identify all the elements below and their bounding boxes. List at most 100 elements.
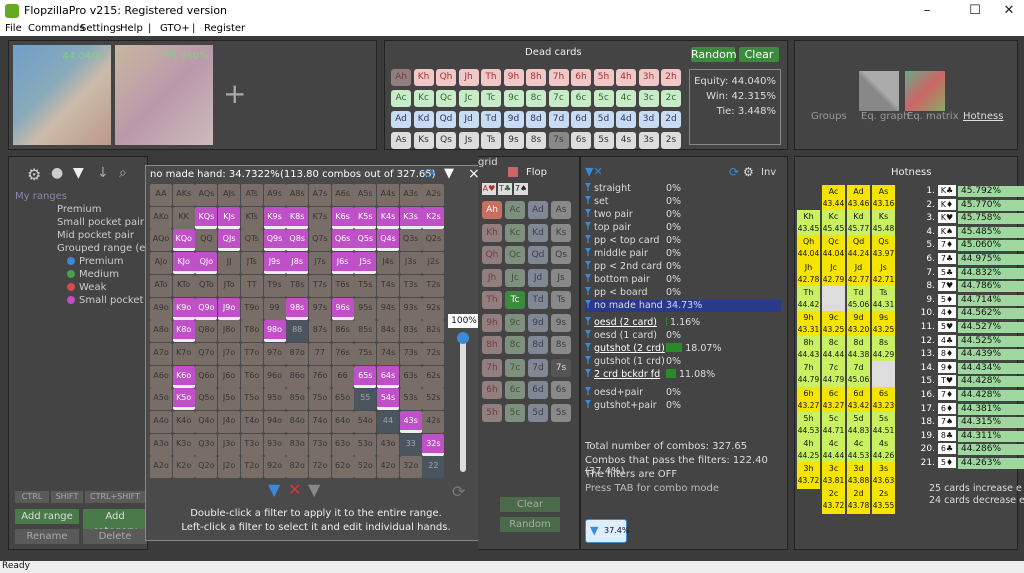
hot-cell-Jh[interactable]: Jh 42.78 bbox=[797, 260, 820, 288]
hand-cell-T4o[interactable]: T4o bbox=[240, 411, 263, 433]
hand-cell-86o[interactable]: 86o bbox=[286, 365, 309, 388]
hot-cell-Ad[interactable]: Ad 43.46 bbox=[847, 185, 870, 212]
hot-cell-4s[interactable]: 4s 44.26 bbox=[872, 437, 895, 464]
hot-cell-empty[interactable] bbox=[872, 361, 895, 389]
refresh-filters-icon[interactable]: ⟳ bbox=[729, 165, 739, 179]
dead-card-Qs[interactable]: Qs bbox=[436, 132, 456, 149]
add-range-button[interactable]: Add range bbox=[15, 509, 79, 524]
filter-row-gutshot-pair[interactable]: gutshot+pair 0% bbox=[585, 400, 781, 412]
hot-cell-8s[interactable]: 8s 44.29 bbox=[872, 336, 895, 364]
hot-cell-5h[interactable]: 5h 44.53 bbox=[797, 411, 820, 439]
hand-cell-K2s[interactable]: K2s bbox=[422, 206, 445, 229]
flop-card-Ts[interactable]: Ts bbox=[551, 291, 571, 309]
hand-cell-54o[interactable]: 54o bbox=[354, 411, 377, 433]
flop-card-Qs[interactable]: Qs bbox=[551, 246, 571, 264]
hand-cell-A5o[interactable]: A5o bbox=[150, 388, 172, 411]
tree-sub-small[interactable]: Small pocket bbox=[67, 295, 143, 306]
filter-row-pp-top-card[interactable]: pp < top card 0% bbox=[585, 235, 781, 247]
hand-cell-Q5s[interactable]: Q5s bbox=[354, 229, 377, 252]
hot-cell-8h[interactable]: 8h 44.43 bbox=[797, 336, 820, 364]
hand-cell-85o[interactable]: 85o bbox=[286, 388, 309, 411]
hand-cell-JTs[interactable]: JTs bbox=[240, 252, 263, 275]
tree-item-premium[interactable]: Premium bbox=[57, 204, 102, 215]
flop-card-8s[interactable]: 8s bbox=[551, 336, 571, 354]
hot-cell-9c[interactable]: 9c 43.25 bbox=[822, 311, 845, 338]
dead-card-Ad[interactable]: Ad bbox=[391, 111, 411, 128]
hand-cell-J3s[interactable]: J3s bbox=[399, 252, 422, 275]
search-icon[interactable]: ⌕ bbox=[119, 165, 127, 181]
flop-card-9c[interactable]: 9c bbox=[505, 313, 525, 332]
hand-cell-42s[interactable]: 42s bbox=[422, 411, 445, 433]
hand-cell-87s[interactable]: 87s bbox=[308, 320, 331, 343]
flop-card-5c[interactable]: 5c bbox=[505, 403, 525, 422]
dead-card-4h[interactable]: 4h bbox=[616, 69, 636, 86]
dead-card-Ac[interactable]: Ac bbox=[391, 90, 411, 107]
hand-cell-A5s[interactable]: A5s bbox=[354, 184, 377, 206]
flop-card-7d[interactable]: 7d bbox=[528, 358, 548, 377]
board-card-3[interactable]: 7♠ bbox=[514, 183, 528, 195]
hot-cell-6h[interactable]: 6h 43.27 bbox=[797, 386, 820, 414]
hand-cell-Q4o[interactable]: Q4o bbox=[195, 411, 218, 433]
hand-cell-AJs[interactable]: AJs bbox=[218, 184, 241, 206]
hand-cell-42o[interactable]: 42o bbox=[377, 456, 399, 479]
hand-cell-64s[interactable]: 64s bbox=[377, 365, 399, 388]
hand-cell-QJs[interactable]: QJs bbox=[218, 229, 241, 252]
hand-cell-A2o[interactable]: A2o bbox=[150, 456, 172, 479]
hand-cell-22[interactable]: 22 bbox=[422, 456, 445, 479]
hand-cell-Q5o[interactable]: Q5o bbox=[195, 388, 218, 411]
hand-cell-AA[interactable]: AA bbox=[150, 184, 172, 206]
hand-cell-55[interactable]: 55 bbox=[354, 388, 377, 411]
hand-cell-52s[interactable]: 52s bbox=[422, 388, 445, 411]
filter-funnel-icon[interactable] bbox=[585, 343, 591, 351]
flop-card-7h[interactable]: 7h bbox=[482, 358, 502, 377]
eq-matrix-icon[interactable] bbox=[905, 71, 945, 111]
hot-cell-Kd[interactable]: Kd 45.77 bbox=[847, 210, 870, 238]
hand-cell-K6s[interactable]: K6s bbox=[331, 206, 354, 229]
range-thumbnail-player1[interactable]: 44.040% bbox=[13, 45, 111, 145]
hand-cell-43o[interactable]: 43o bbox=[377, 433, 399, 456]
flop-card-Ks[interactable]: Ks bbox=[551, 223, 571, 242]
hand-cell-QTs[interactable]: QTs bbox=[240, 229, 263, 252]
filter-funnel-icon[interactable] bbox=[585, 356, 591, 364]
hand-cell-A8o[interactable]: A8o bbox=[150, 320, 172, 343]
hot-cell-9s[interactable]: 9s 43.25 bbox=[872, 311, 895, 338]
hand-cell-97s[interactable]: 97s bbox=[308, 297, 331, 320]
filter-row-set[interactable]: set 0% bbox=[585, 196, 781, 208]
hot-cell-3d[interactable]: 3d 43.88 bbox=[847, 462, 870, 490]
hand-cell-76o[interactable]: 76o bbox=[308, 365, 331, 388]
hot-cell-Jc[interactable]: Jc 42.79 bbox=[822, 260, 845, 288]
hot-cell-3s[interactable]: 3s 43.63 bbox=[872, 462, 895, 490]
hand-cell-AJo[interactable]: AJo bbox=[150, 252, 172, 275]
hot-cell-Qh[interactable]: Qh 44.04 bbox=[797, 235, 820, 263]
minimize-icon[interactable]: – bbox=[912, 2, 942, 20]
hand-cell-K6o[interactable]: K6o bbox=[172, 365, 195, 388]
hand-cell-82s[interactable]: 82s bbox=[422, 320, 445, 343]
ctrl-shift-button[interactable]: CTRL+SHIFT bbox=[85, 491, 145, 503]
dead-card-3s[interactable]: 3s bbox=[638, 132, 659, 149]
filter-funnel-icon[interactable] bbox=[585, 274, 591, 282]
filter-row-straight[interactable]: straight 0% bbox=[585, 183, 781, 195]
hand-cell-QTo[interactable]: QTo bbox=[195, 274, 218, 297]
hand-cell-44[interactable]: 44 bbox=[377, 411, 399, 433]
dead-card-5d[interactable]: 5d bbox=[593, 111, 614, 128]
flop-card-5h[interactable]: 5h bbox=[482, 403, 502, 422]
hand-cell-J4o[interactable]: J4o bbox=[218, 411, 241, 433]
hand-cell-65o[interactable]: 65o bbox=[331, 388, 354, 411]
hand-cell-T4s[interactable]: T4s bbox=[377, 274, 399, 297]
hand-cell-75s[interactable]: 75s bbox=[354, 342, 377, 365]
hand-cell-T8o[interactable]: T8o bbox=[240, 320, 263, 343]
dead-card-Ah[interactable]: Ah bbox=[391, 69, 411, 86]
flop-card-As[interactable]: As bbox=[551, 201, 571, 219]
hand-cell-T9o[interactable]: T9o bbox=[240, 297, 263, 320]
filter-funnel-icon[interactable] bbox=[585, 222, 591, 230]
dead-card-Tc[interactable]: Tc bbox=[481, 90, 501, 107]
hand-cell-92o[interactable]: 92o bbox=[263, 456, 286, 479]
hot-cell-Td[interactable]: Td 45.06 bbox=[847, 285, 870, 313]
hand-cell-QQ[interactable]: QQ bbox=[195, 229, 218, 252]
flop-card-5d[interactable]: 5d bbox=[528, 403, 548, 422]
tree-sub-weak[interactable]: Weak bbox=[67, 282, 106, 293]
filter-row-two-pair[interactable]: two pair 0% bbox=[585, 209, 781, 221]
flop-card-7c[interactable]: 7c bbox=[505, 358, 525, 377]
flop-card-Ac[interactable]: Ac bbox=[505, 201, 525, 219]
hand-cell-Q8s[interactable]: Q8s bbox=[286, 229, 309, 252]
